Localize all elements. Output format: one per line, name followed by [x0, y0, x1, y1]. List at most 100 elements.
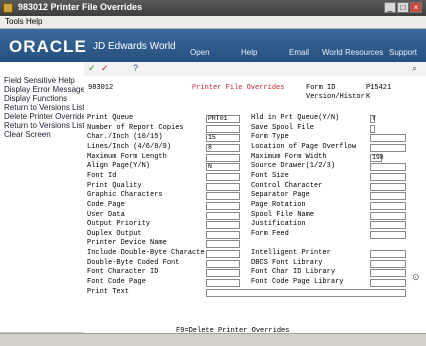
- left-field-label: Duplex Output: [87, 229, 142, 238]
- left-field-input[interactable]: PRT01: [206, 115, 240, 123]
- left-field-input[interactable]: [206, 201, 240, 210]
- left-field-label: Align Page(Y/N): [87, 162, 151, 171]
- left-field-label: Lines/Inch (4/6/8/9): [87, 142, 172, 151]
- exit-return-to-versions-list-2[interactable]: Return to Versions List\: [4, 121, 84, 130]
- left-field-label: Include Double-Byte Characte: [87, 249, 205, 258]
- right-field-input[interactable]: [370, 143, 406, 152]
- right-field-input[interactable]: [370, 124, 375, 133]
- exit-field-sensitive-help[interactable]: Field Sensitive Help: [4, 76, 84, 85]
- exit-display-functions[interactable]: Display Functions: [4, 94, 84, 103]
- form-id-label: Form ID: [306, 84, 336, 92]
- form-toolbar: ✓ ✓ ? ⌕: [84, 62, 426, 77]
- oracle-banner: ORACLE JD Edwards World Open Help Email …: [0, 29, 426, 62]
- right-field-label: Control Character: [251, 181, 323, 190]
- left-field-input[interactable]: [206, 221, 240, 230]
- form-title: Printer File Overrides: [192, 84, 285, 92]
- exit-return-to-versions-list[interactable]: Return to Versions List: [4, 103, 84, 112]
- left-field-label: Graphic Characters: [87, 191, 163, 200]
- version-label: Version/Histor: [306, 93, 365, 101]
- banner-link-world-resources[interactable]: World Resources: [322, 48, 383, 57]
- right-field-input[interactable]: [370, 250, 406, 259]
- left-field-label: Double-Byte Coded Font: [87, 258, 180, 267]
- left-field-input[interactable]: [206, 211, 240, 220]
- right-field-label: DBCS Font Library: [251, 258, 323, 267]
- right-field-input[interactable]: [370, 269, 406, 278]
- cancel-icon[interactable]: ✓: [101, 63, 109, 74]
- left-field-input[interactable]: [206, 269, 240, 278]
- right-field-input[interactable]: [370, 182, 406, 191]
- right-field-label: Form Feed: [251, 229, 289, 238]
- left-field-input[interactable]: [206, 259, 240, 268]
- right-field-label: Source Drawer(1/2/3): [251, 162, 336, 171]
- left-field-input[interactable]: [206, 250, 240, 259]
- left-field-label: User Data: [87, 210, 125, 219]
- left-field-input[interactable]: [206, 230, 240, 239]
- left-field-input[interactable]: [206, 124, 240, 133]
- right-field-input[interactable]: [370, 211, 406, 220]
- right-field-label: Intelligent Printer: [251, 249, 331, 258]
- right-field-input[interactable]: [370, 192, 406, 201]
- banner-link-support[interactable]: Support: [389, 48, 417, 57]
- printer-overrides-form: 983012 Printer File Overrides Form ID P1…: [84, 76, 426, 335]
- scroll-down-icon[interactable]: ⊙: [412, 272, 420, 283]
- status-bar: [0, 333, 426, 346]
- left-field-label: Printer Device Name: [87, 239, 167, 248]
- minimize-button[interactable]: _: [384, 2, 396, 13]
- program-id: 983012: [88, 84, 114, 92]
- product-name: JD Edwards World: [93, 41, 176, 52]
- window-titlebar: 983012 Printer File Overrides _ □ ×: [0, 0, 426, 16]
- banner-link-email[interactable]: Email: [289, 48, 309, 57]
- right-field-input[interactable]: Y: [370, 115, 376, 123]
- zoom-icon[interactable]: ⌕: [412, 63, 417, 74]
- left-field-label: Print Queue: [87, 114, 134, 122]
- menu-bar: Tools Help: [0, 16, 426, 29]
- left-field-label: Output Priority: [87, 220, 151, 229]
- right-field-label: Maximum Form Width: [251, 152, 327, 161]
- right-field-input[interactable]: [370, 201, 406, 210]
- banner-link-open[interactable]: Open: [190, 48, 210, 57]
- right-field-input[interactable]: [370, 163, 406, 172]
- left-field-input[interactable]: N: [206, 163, 240, 172]
- right-field-input[interactable]: [370, 259, 406, 268]
- banner-link-help[interactable]: Help: [241, 48, 257, 57]
- exit-clear-screen[interactable]: Clear Screen: [4, 130, 84, 139]
- left-field-label: Print Quality: [87, 181, 142, 190]
- right-field-input[interactable]: [370, 134, 406, 143]
- left-field-input[interactable]: 8: [206, 143, 240, 152]
- right-field-label: Spool File Name: [251, 210, 315, 219]
- right-field-label: Justification: [251, 220, 306, 229]
- left-field-input[interactable]: [206, 182, 240, 191]
- right-field-label: Separator Page: [251, 191, 310, 200]
- left-field-input[interactable]: [206, 192, 240, 201]
- right-field-label: Hld in Prt Queue(Y/N): [251, 114, 340, 122]
- menu-help[interactable]: Help: [26, 17, 42, 26]
- help-icon[interactable]: ?: [133, 63, 138, 73]
- left-field-label: Code Page: [87, 200, 125, 209]
- left-field-input[interactable]: [206, 172, 240, 181]
- exit-display-error-message[interactable]: Display Error Message: [4, 85, 84, 94]
- left-field-label: Char./Inch (10/15): [87, 133, 163, 142]
- print-text-input[interactable]: [206, 288, 406, 297]
- ok-icon[interactable]: ✓: [88, 63, 96, 74]
- right-field-input[interactable]: [370, 279, 406, 288]
- right-field-label: Page Rotation: [251, 200, 306, 209]
- left-field-label: Font Character ID: [87, 268, 159, 277]
- left-field-input[interactable]: [206, 240, 240, 249]
- window-title: 983012 Printer File Overrides: [18, 2, 143, 12]
- right-field-input[interactable]: 198: [370, 153, 384, 162]
- app-icon: [3, 3, 13, 13]
- close-button[interactable]: ×: [410, 2, 422, 13]
- left-field-label: Print Text: [87, 287, 130, 296]
- left-field-input[interactable]: [206, 153, 240, 162]
- left-field-input[interactable]: 15: [206, 134, 240, 143]
- menu-tools[interactable]: Tools: [5, 17, 24, 26]
- right-field-input[interactable]: [370, 230, 406, 239]
- left-field-input[interactable]: [206, 279, 240, 288]
- maximize-button[interactable]: □: [397, 2, 409, 13]
- exit-menu: Field Sensitive Help Display Error Messa…: [0, 62, 85, 332]
- right-field-input[interactable]: [370, 221, 406, 230]
- left-field-label: Number of Report Copies: [87, 123, 184, 132]
- right-field-input[interactable]: [370, 172, 406, 181]
- exit-delete-printer-override[interactable]: Delete Printer Override: [4, 112, 84, 121]
- left-field-label: Maximum Form Length: [87, 152, 167, 161]
